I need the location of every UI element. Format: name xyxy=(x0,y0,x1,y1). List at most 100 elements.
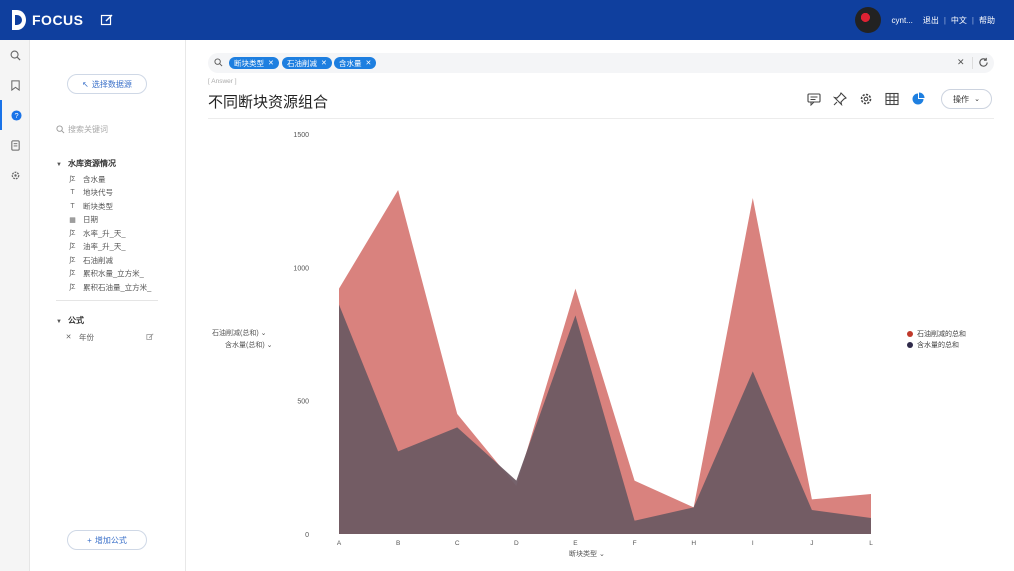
group-title-reservoir[interactable]: ▼ 水库资源情况 xyxy=(56,158,116,169)
table-icon[interactable] xyxy=(885,92,899,106)
data-point[interactable] xyxy=(693,506,695,508)
x-tick-label: H xyxy=(691,540,696,547)
nav-database[interactable] xyxy=(0,130,30,160)
data-point[interactable] xyxy=(515,480,517,482)
nav-help[interactable]: ? xyxy=(0,100,30,130)
measure-icon: ʃΣ xyxy=(69,175,76,183)
help-link[interactable]: 帮助 xyxy=(979,15,995,26)
data-point[interactable] xyxy=(574,288,576,290)
x-tick-label: D xyxy=(514,540,519,547)
logout-link[interactable]: 退出 xyxy=(923,15,939,26)
sidebar-field[interactable]: ʃΣ 累积水量_立方米_ xyxy=(68,268,144,280)
caret-down-icon: ▼ xyxy=(56,319,62,325)
add-formula-button[interactable]: + 增加公式 xyxy=(67,530,147,550)
clear-icon[interactable]: ✕ xyxy=(957,57,965,68)
data-point[interactable] xyxy=(338,304,340,306)
sidebar-field-label: 水率_升_天_ xyxy=(83,228,126,238)
search-icon xyxy=(214,58,223,67)
search-token[interactable]: 断块类型 ✕ xyxy=(229,57,279,69)
y-axis-label-text: 石油削减(总和) xyxy=(212,330,259,337)
database-icon xyxy=(10,139,20,151)
pie-chart-icon[interactable] xyxy=(911,92,925,106)
data-point[interactable] xyxy=(338,288,340,290)
token-label: 石油削减 xyxy=(287,58,317,68)
area-chart: 0 500 1000 1500 A B C D E F H I J L xyxy=(293,132,873,547)
sidebar-field[interactable]: ʃΣ 累积石油量_立方米_ xyxy=(68,281,152,293)
data-point[interactable] xyxy=(634,520,636,522)
edit-icon[interactable] xyxy=(146,333,154,341)
avatar[interactable] xyxy=(854,7,881,33)
x-tick-label: L xyxy=(869,540,873,547)
search-token[interactable]: 石油削减 ✕ xyxy=(282,57,332,69)
sidebar-field[interactable]: T 断块类型 xyxy=(68,200,113,212)
data-point[interactable] xyxy=(811,509,813,511)
select-datasource-button[interactable]: ↖ 选择数据源 xyxy=(67,74,147,94)
sidebar-field-label: 日期 xyxy=(83,215,98,224)
data-point[interactable] xyxy=(397,189,399,191)
y-axis-label-oil[interactable]: 石油削减(总和) ⌄ xyxy=(212,328,267,338)
pin-icon[interactable] xyxy=(833,92,847,106)
sidebar-field[interactable]: ▦ 日期 xyxy=(68,214,98,226)
nav-settings[interactable] xyxy=(0,160,30,190)
data-point[interactable] xyxy=(574,314,576,316)
x-tick-label: F xyxy=(633,540,637,547)
search-bar[interactable]: 断块类型 ✕ 石油削减 ✕ 含水量 ✕ ✕ xyxy=(208,53,994,73)
x-tick-label: A xyxy=(337,540,342,547)
x-axis-label-text: 断块类型 xyxy=(569,551,597,558)
sidebar-field[interactable]: ʃΣ 石油削减 xyxy=(68,254,113,266)
edit-icon[interactable] xyxy=(100,13,114,27)
close-icon[interactable]: ✕ xyxy=(366,59,372,67)
measure-icon: ʃΣ xyxy=(69,283,76,291)
sidebar-field[interactable]: ʃΣ 水率_升_天_ xyxy=(68,227,126,239)
x-tick-label: C xyxy=(455,540,460,547)
formula-item[interactable]: ✕ 年份 xyxy=(64,331,154,343)
close-icon[interactable]: ✕ xyxy=(64,333,73,341)
separator: | xyxy=(943,15,946,25)
sidebar-field[interactable]: T 地块代号 xyxy=(68,187,113,199)
settings-icon[interactable] xyxy=(859,92,873,106)
sidebar-field[interactable]: ʃΣ 含水量 xyxy=(68,173,106,185)
legend-label: 含水量的总和 xyxy=(917,342,959,349)
data-point[interactable] xyxy=(456,413,458,415)
nav-search[interactable] xyxy=(0,40,30,70)
data-point[interactable] xyxy=(456,426,458,428)
legend-item[interactable]: 石油削减的总和 xyxy=(907,329,966,339)
user-name[interactable]: cynt... xyxy=(892,16,913,25)
divider xyxy=(208,118,994,119)
data-point[interactable] xyxy=(397,450,399,452)
logo[interactable]: FOCUS xyxy=(10,9,84,31)
comment-icon[interactable] xyxy=(807,92,821,106)
group-title-label: 公式 xyxy=(67,316,84,325)
group-title-formula[interactable]: ▼ 公式 xyxy=(56,315,84,326)
data-point[interactable] xyxy=(870,517,872,519)
y-axis-label-water[interactable]: 含水量(总和) ⌄ xyxy=(225,340,273,350)
settings-icon xyxy=(11,171,19,179)
sidebar-search-placeholder: 搜索关键词 xyxy=(68,125,108,134)
x-axis-label[interactable]: 断块类型 ⌄ xyxy=(569,549,605,559)
help-icon: ? xyxy=(10,109,22,121)
y-tick-label: 0 xyxy=(305,532,309,539)
search-icon xyxy=(10,50,21,61)
sidebar-field[interactable]: ʃΣ 油率_升_天_ xyxy=(68,241,126,253)
data-point[interactable] xyxy=(752,370,754,372)
y-tick-label: 1000 xyxy=(293,265,309,272)
x-tick-label: B xyxy=(396,540,400,547)
plus-icon: + xyxy=(87,535,92,545)
data-point[interactable] xyxy=(634,480,636,482)
legend-item[interactable]: 含水量的总和 xyxy=(907,340,959,350)
chevron-down-icon: ⌄ xyxy=(598,551,605,558)
operate-button[interactable]: 操作 ⌄ xyxy=(941,89,992,109)
sidebar-search[interactable]: 搜索关键词 xyxy=(56,124,108,135)
data-point[interactable] xyxy=(870,493,872,495)
nav-bookmark[interactable] xyxy=(0,70,30,100)
close-icon[interactable]: ✕ xyxy=(321,59,327,67)
data-point[interactable] xyxy=(811,498,813,500)
data-point[interactable] xyxy=(752,197,754,199)
x-tick-label: E xyxy=(573,540,578,547)
icon-nav-bar: ? xyxy=(0,40,30,571)
close-icon[interactable]: ✕ xyxy=(268,59,274,67)
language-switch[interactable]: 中文 xyxy=(951,15,967,26)
refresh-icon[interactable] xyxy=(978,57,989,68)
chevron-down-icon: ⌄ xyxy=(266,342,273,349)
search-token[interactable]: 含水量 ✕ xyxy=(334,57,377,69)
